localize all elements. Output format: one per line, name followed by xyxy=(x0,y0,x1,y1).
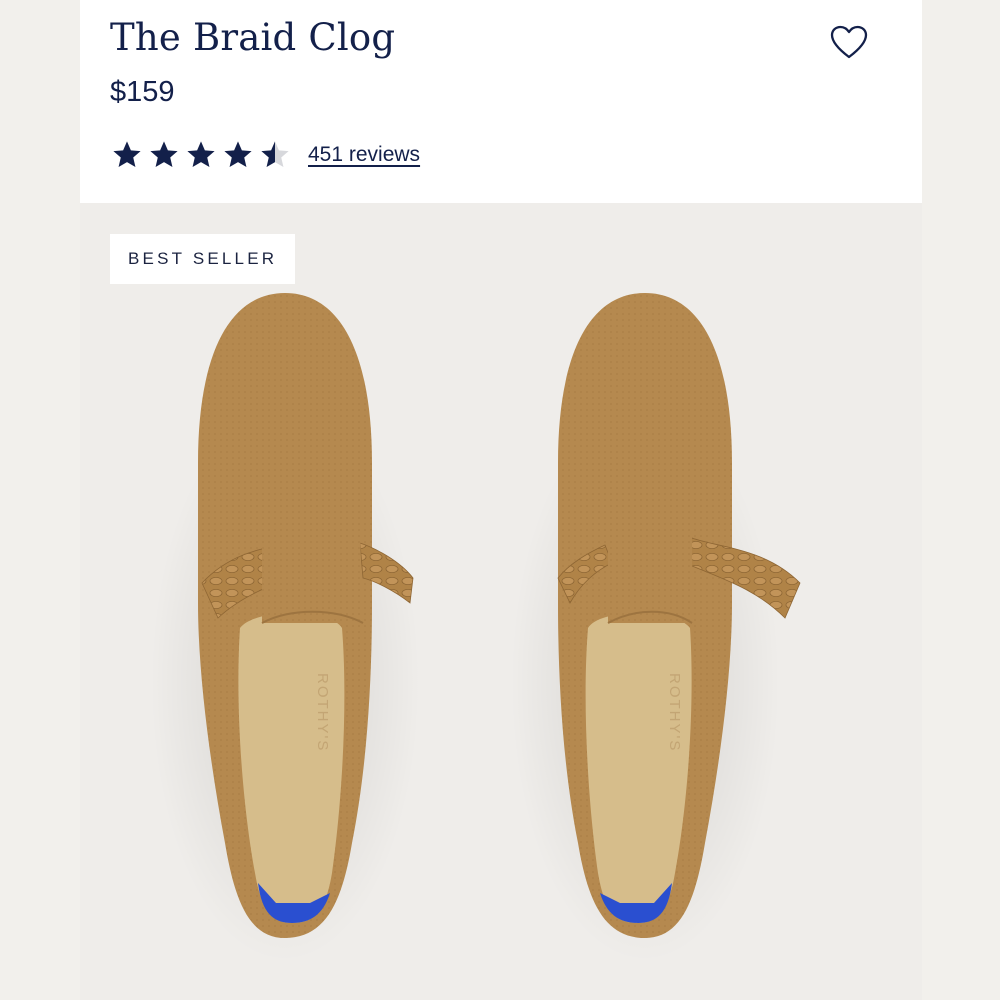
reviews-link[interactable]: 451 reviews xyxy=(308,143,420,167)
star-icon xyxy=(113,141,141,168)
product-photo: ROTHY'S ROTHY'S xyxy=(150,293,801,963)
left-clog: ROTHY'S xyxy=(150,293,420,963)
star-rating xyxy=(110,138,292,172)
heart-outline-icon[interactable] xyxy=(828,22,870,64)
best-seller-badge: BEST SELLER xyxy=(110,234,296,284)
right-margin xyxy=(922,0,1000,1000)
star-icon xyxy=(187,141,215,168)
product-price: $159 xyxy=(110,76,175,108)
star-icon xyxy=(224,141,252,168)
right-clog: ROTHY'S xyxy=(510,293,801,963)
product-title: The Braid Clog xyxy=(110,16,396,59)
product-image[interactable]: ROTHY'S ROTHY'S BEST SELLER xyxy=(80,203,922,1000)
star-icon xyxy=(150,141,178,168)
insole-brand-text: ROTHY'S xyxy=(666,673,683,752)
rating-row: 451 reviews xyxy=(110,138,420,172)
product-header: The Braid Clog $159 451 reviews xyxy=(80,0,922,203)
left-margin xyxy=(0,0,80,1000)
half-star-icon xyxy=(261,141,289,168)
product-card: The Braid Clog $159 451 reviews ROTHY'S … xyxy=(80,0,922,1000)
insole-brand-text: ROTHY'S xyxy=(314,673,331,752)
